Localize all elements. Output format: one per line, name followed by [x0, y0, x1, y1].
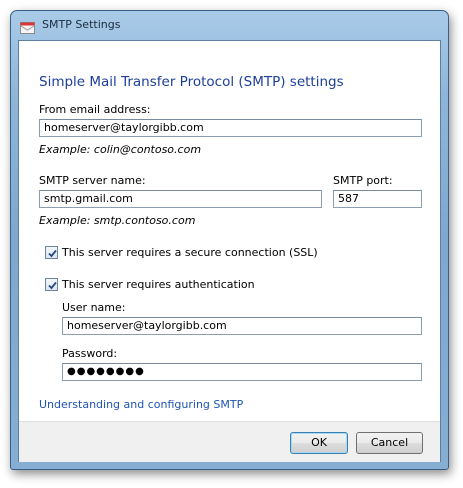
envelope-icon: [20, 19, 35, 34]
auth-checkbox[interactable]: [45, 278, 58, 291]
checkmark-icon: [48, 249, 57, 258]
window-title: SMTP Settings: [42, 18, 121, 31]
smtp-port-label: SMTP port:: [333, 174, 393, 187]
from-email-field[interactable]: homeserver@taylorgibb.com: [39, 119, 422, 137]
smtp-help-link[interactable]: Understanding and configuring SMTP: [39, 398, 243, 411]
from-email-label: From email address:: [39, 103, 151, 116]
cancel-button[interactable]: Cancel: [356, 432, 423, 454]
smtp-server-field[interactable]: smtp.gmail.com: [39, 190, 322, 208]
ssl-checkbox[interactable]: [45, 246, 58, 259]
page-title: Simple Mail Transfer Protocol (SMTP) set…: [39, 74, 344, 90]
smtp-server-label: SMTP server name:: [39, 174, 146, 187]
smtp-port-field[interactable]: 587: [333, 190, 422, 208]
smtp-server-example: Example: smtp.contoso.com: [39, 214, 196, 227]
username-field[interactable]: homeserver@taylorgibb.com: [62, 317, 422, 335]
dialog-content: Simple Mail Transfer Protocol (SMTP) set…: [18, 40, 441, 462]
title-bar[interactable]: SMTP Settings: [11, 11, 448, 39]
smtp-settings-window: SMTP Settings Simple Mail Transfer Proto…: [10, 10, 449, 470]
password-label: Password:: [62, 347, 118, 360]
ok-button[interactable]: OK: [290, 432, 348, 454]
checkmark-icon: [48, 281, 57, 290]
password-field[interactable]: ●●●●●●●●: [62, 363, 422, 381]
username-label: User name:: [62, 301, 126, 314]
ssl-checkbox-label[interactable]: This server requires a secure connection…: [62, 246, 318, 259]
button-bar: OK Cancel: [19, 421, 440, 462]
auth-checkbox-label[interactable]: This server requires authentication: [62, 278, 255, 291]
from-email-example: Example: colin@contoso.com: [39, 143, 202, 156]
